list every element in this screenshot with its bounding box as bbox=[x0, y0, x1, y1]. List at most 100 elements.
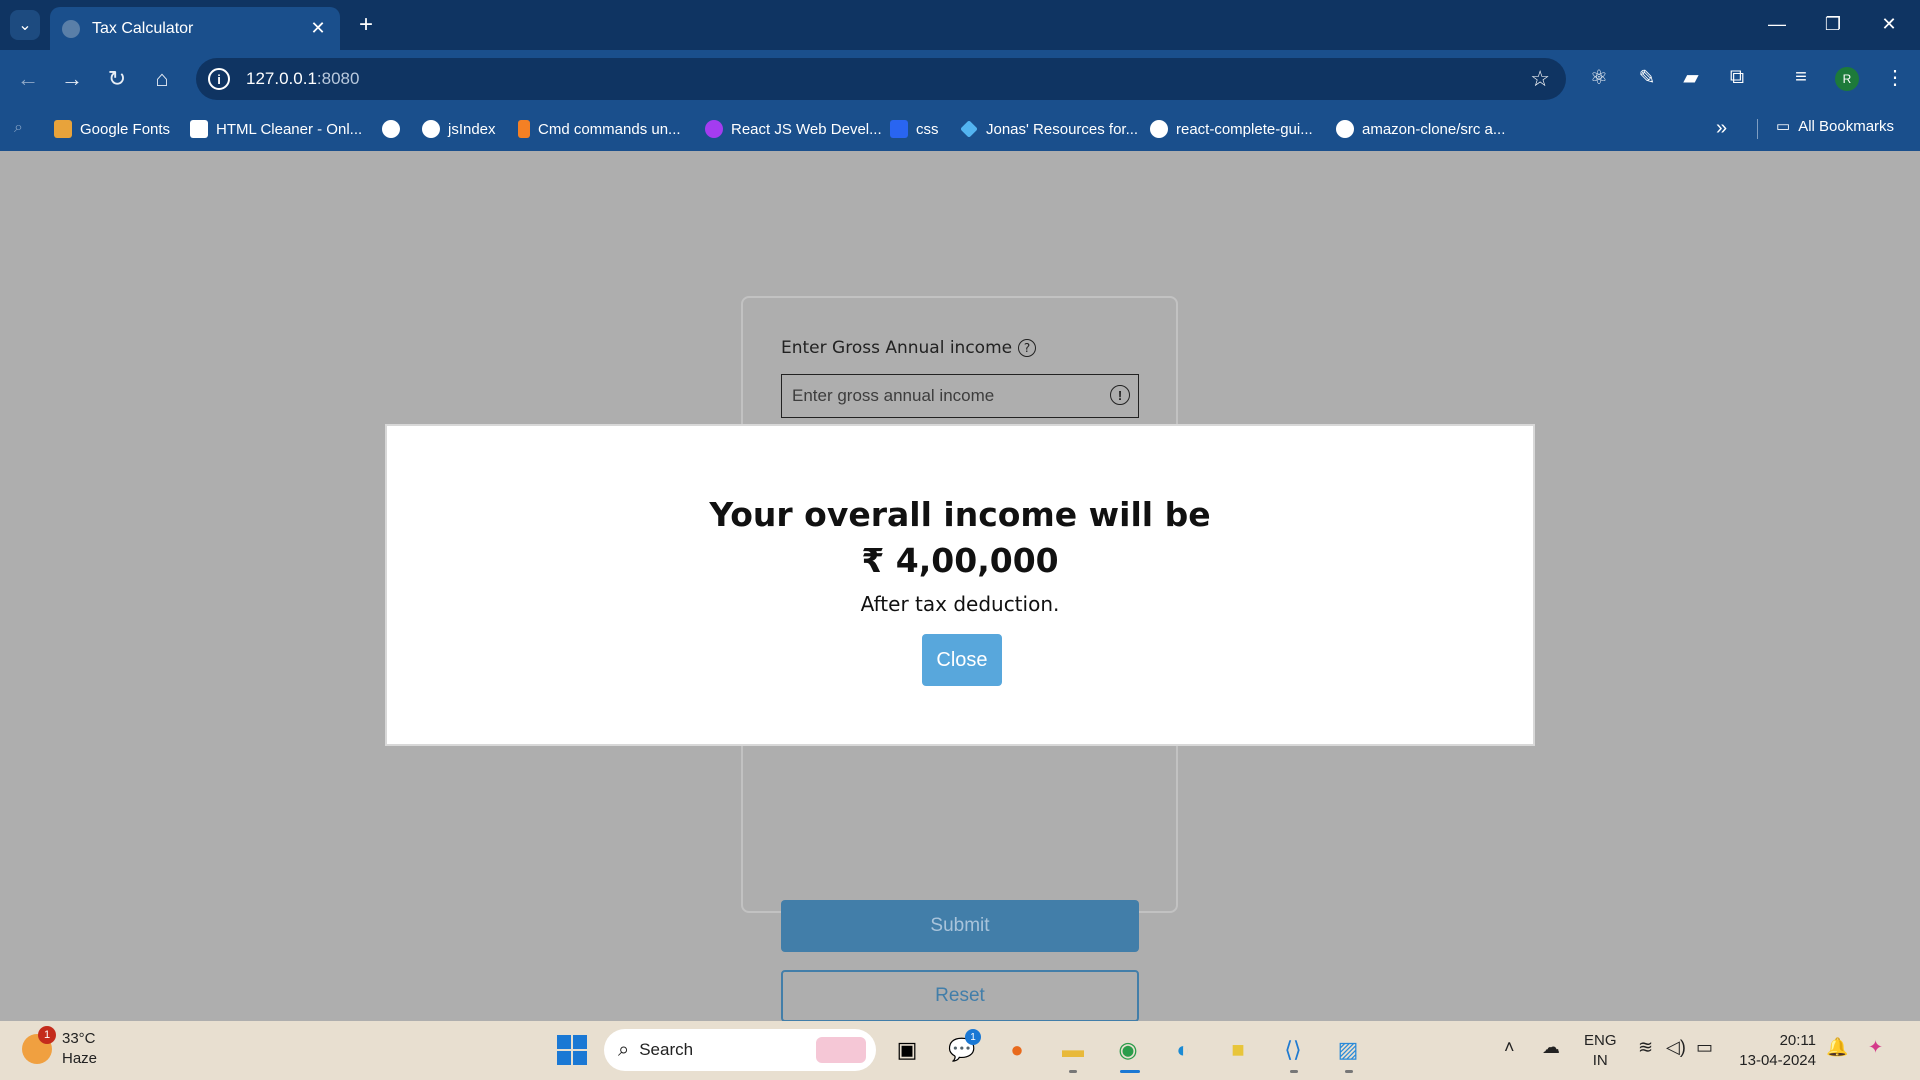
react-devtools-icon[interactable]: ⚛ bbox=[1584, 62, 1614, 92]
weather-widget[interactable]: 1 33°C Haze bbox=[22, 1026, 98, 1069]
reset-button[interactable]: Reset bbox=[781, 970, 1139, 1022]
bookmark-label: HTML Cleaner - Onl... bbox=[216, 120, 363, 138]
bookmark-label: react-complete-gui... bbox=[1176, 120, 1313, 138]
result-modal: Your overall income will be ₹ 4,00,000 A… bbox=[385, 424, 1535, 746]
running-indicator bbox=[1069, 1070, 1077, 1073]
weather-condition: Haze bbox=[62, 1050, 98, 1067]
task-view-icon[interactable]: ▣ bbox=[890, 1033, 924, 1067]
chevron-down-icon: ⌄ bbox=[18, 17, 32, 34]
info-badge-icon bbox=[382, 120, 400, 138]
arrow-right-icon: → bbox=[61, 66, 83, 91]
bookmark-star-icon[interactable]: ☆ bbox=[1530, 66, 1550, 92]
language-indicator[interactable]: ENG IN bbox=[1584, 1031, 1617, 1071]
warning-icon: ! bbox=[1110, 385, 1130, 405]
google-fonts-icon bbox=[54, 120, 72, 138]
bookmark-unnamed[interactable] bbox=[382, 117, 408, 141]
extension-icon[interactable]: ▰ bbox=[1676, 62, 1706, 92]
all-bookmarks-label: All Bookmarks bbox=[1798, 117, 1895, 135]
vscode-icon[interactable]: ⟨⟩ bbox=[1276, 1033, 1310, 1067]
github-icon bbox=[1336, 120, 1354, 138]
eyedropper-icon[interactable]: ✎ bbox=[1632, 62, 1662, 92]
taskbar: 1 33°C Haze ⌕ Search ▣ 💬 1 ● ▬ ◉ ◐ ■ ⟨⟩ … bbox=[0, 1021, 1920, 1080]
bookmark-react-complete-guide[interactable]: react-complete-gui... bbox=[1150, 117, 1313, 141]
copilot-icon[interactable]: ✦ bbox=[1868, 1037, 1883, 1058]
bookmark-label: amazon-clone/src a... bbox=[1362, 120, 1506, 138]
url-port: :8080 bbox=[316, 69, 360, 88]
minimize-button[interactable]: — bbox=[1754, 8, 1800, 40]
profile-avatar[interactable]: R bbox=[1835, 67, 1859, 91]
time: 20:11 bbox=[1779, 1032, 1816, 1049]
close-tab-icon[interactable]: ✕ bbox=[308, 18, 328, 39]
all-bookmarks-button[interactable]: ▭ All Bookmarks bbox=[1776, 117, 1895, 136]
bookmark-react-js[interactable]: React JS Web Devel... bbox=[705, 117, 882, 141]
bookmark-html-cleaner[interactable]: HTML Cleaner - Onl... bbox=[190, 117, 362, 141]
submit-button[interactable]: Submit bbox=[781, 900, 1139, 952]
chrome-icon[interactable]: ◉ bbox=[1111, 1033, 1145, 1067]
restore-button[interactable]: ❐ bbox=[1810, 8, 1856, 40]
more-menu-icon[interactable]: ⋮ bbox=[1880, 62, 1910, 92]
photos-icon[interactable]: ▨ bbox=[1331, 1033, 1365, 1067]
bookmark-label: jsIndex bbox=[448, 120, 496, 138]
media-controls-icon[interactable]: ≡ bbox=[1786, 62, 1816, 92]
firefox-icon[interactable]: ● bbox=[1000, 1033, 1034, 1067]
close-window-button[interactable]: ✕ bbox=[1866, 8, 1912, 40]
bookmark-jonas-resources[interactable]: Jonas' Resources for... bbox=[960, 117, 1138, 141]
new-tab-button[interactable]: + bbox=[352, 11, 380, 39]
html-cleaner-icon bbox=[190, 120, 208, 138]
modal-title: Your overall income will be bbox=[709, 495, 1211, 534]
temperature: 33°C bbox=[62, 1030, 96, 1047]
help-icon[interactable]: ? bbox=[1018, 339, 1037, 357]
chevron-up-icon[interactable]: ˄ bbox=[1504, 1037, 1515, 1058]
bookmark-label: css bbox=[916, 120, 939, 138]
forward-button[interactable]: → bbox=[56, 63, 88, 95]
arrow-left-icon: ← bbox=[17, 66, 39, 91]
search-icon: ⌕ bbox=[14, 119, 23, 136]
bookmark-css[interactable]: css bbox=[890, 117, 939, 141]
extensions-puzzle-icon[interactable]: ⧉ bbox=[1722, 62, 1752, 92]
chat-icon[interactable]: 💬 1 bbox=[945, 1029, 981, 1067]
notification-bell-icon[interactable]: 🔔 bbox=[1826, 1037, 1848, 1058]
bookmarks-bar: ⌕ Google Fonts HTML Cleaner - Onl... jsI… bbox=[0, 107, 1920, 151]
tab-tax-calculator[interactable]: Tax Calculator ✕ bbox=[50, 7, 340, 50]
diamond-icon bbox=[960, 120, 978, 138]
close-button[interactable]: Close bbox=[922, 634, 1002, 686]
bookmark-google-fonts[interactable]: Google Fonts bbox=[54, 117, 170, 141]
chevron-double-right-icon[interactable]: » bbox=[1716, 117, 1727, 140]
sticky-notes-icon[interactable]: ■ bbox=[1221, 1033, 1255, 1067]
start-button[interactable] bbox=[555, 1033, 589, 1067]
windows-logo-icon bbox=[557, 1035, 587, 1065]
wifi-icon[interactable]: ≋ bbox=[1638, 1037, 1653, 1058]
address-bar[interactable]: i 127.0.0.1:8080 ☆ bbox=[196, 58, 1566, 100]
tab-search-button[interactable]: ⌄ bbox=[10, 10, 40, 40]
income-amount: ₹ 4,00,000 bbox=[861, 541, 1059, 580]
bookmark-amazon-clone[interactable]: amazon-clone/src a... bbox=[1336, 117, 1505, 141]
weather-haze-icon: 1 bbox=[22, 1026, 56, 1064]
weather-badge: 1 bbox=[38, 1026, 56, 1044]
battery-icon[interactable]: ▭ bbox=[1696, 1037, 1713, 1058]
taskbar-search[interactable]: ⌕ Search bbox=[604, 1029, 876, 1071]
globe-favicon-icon bbox=[62, 19, 80, 38]
bookmarks-divider bbox=[1757, 119, 1758, 139]
active-app-indicator bbox=[1120, 1070, 1140, 1073]
clock[interactable]: 20:11 13-04-2024 bbox=[1738, 1031, 1816, 1071]
github-icon bbox=[1150, 120, 1168, 138]
region-code: IN bbox=[1592, 1052, 1608, 1069]
cloud-icon[interactable]: ☁ bbox=[1542, 1037, 1560, 1058]
file-explorer-icon[interactable]: ▬ bbox=[1056, 1033, 1090, 1067]
stack-icon bbox=[518, 120, 530, 138]
running-indicator bbox=[1290, 1070, 1298, 1073]
search-placeholder: Search bbox=[639, 1040, 694, 1059]
site-info-icon[interactable]: i bbox=[208, 68, 230, 90]
home-button[interactable]: ⌂ bbox=[146, 63, 178, 95]
bookmark-jsindex[interactable]: jsIndex bbox=[422, 117, 496, 141]
reload-button[interactable]: ↻ bbox=[101, 63, 133, 95]
edge-icon[interactable]: ◐ bbox=[1166, 1033, 1200, 1067]
tab-title: Tax Calculator bbox=[92, 19, 194, 37]
search-icon: ⌕ bbox=[618, 1038, 630, 1061]
income-input[interactable]: Enter gross annual income ! bbox=[781, 374, 1139, 418]
bookmark-cmd-commands[interactable]: Cmd commands un... bbox=[518, 117, 681, 141]
css-icon bbox=[890, 120, 908, 138]
bookmark-label: React JS Web Devel... bbox=[731, 120, 882, 138]
volume-icon[interactable]: ◁) bbox=[1666, 1037, 1686, 1058]
back-button[interactable]: ← bbox=[12, 63, 44, 95]
